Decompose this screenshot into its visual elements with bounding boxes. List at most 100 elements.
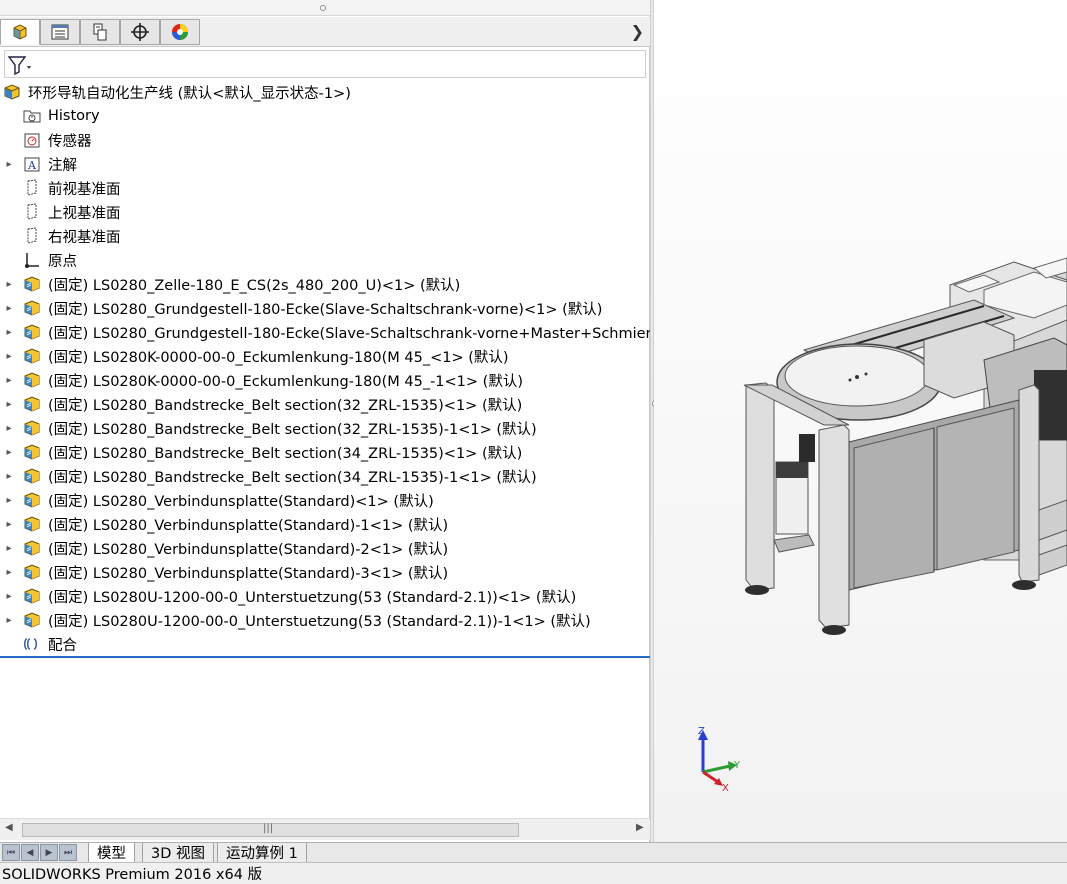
tree-item[interactable]: ▸ A 注解 [0,152,77,176]
tree-item[interactable]: ▸ (固定) LS0280_Bandstrecke_Belt section(32… [0,392,522,416]
dimxpert-icon [131,23,149,41]
dimxpert-tab[interactable] [120,19,160,45]
plane-icon [22,178,42,198]
tree-item[interactable]: 传感器 [0,128,92,152]
tree-item[interactable]: ▸ (固定) LS0280K-0000-00-0_Eckumlenkung-180… [0,344,509,368]
panel-top-grip[interactable] [0,0,650,16]
assembly-model[interactable] [654,0,1067,842]
expand-arrow-icon[interactable]: ▸ [4,399,14,410]
subassembly-icon [22,274,42,294]
expand-arrow-icon[interactable]: ▸ [4,423,14,434]
featuremanager-tab[interactable] [0,19,40,45]
expand-arrow-icon[interactable]: ▸ [4,519,14,530]
subassembly-icon [22,370,42,390]
tree-item-label: (固定) LS0280_Bandstrecke_Belt section(32_… [48,397,523,414]
propertymanager-tab[interactable] [40,19,80,45]
tree-item-label: 右视基准面 [48,229,121,246]
expand-arrow-icon[interactable]: ▸ [4,567,14,578]
tree-item-label: 配合 [48,637,77,654]
tree-item[interactable]: ▸ (固定) LS0280_Grundgestell-180-Ecke(Slave… [0,296,602,320]
expand-arrow-icon[interactable]: ▸ [4,375,14,386]
axis-z-label: Z [698,726,705,737]
tree-root-label: 环形导轨自动化生产线 (默认<默认_显示状态-1>) [28,85,351,102]
tree-item[interactable]: ▸ (固定) LS0280U-1200-00-0_Unterstuetzung(5… [0,608,591,632]
bottom-tab-bar: ⏮ ◀ ▶ ⏭ 模型 3D 视图 运动算例 1 [0,842,1067,863]
tree-item[interactable]: ▸ (固定) LS0280K-0000-00-0_Eckumlenkung-180… [0,368,523,392]
subassembly-icon [22,610,42,630]
origin-icon [22,250,42,270]
scroll-left-icon[interactable]: ◀ [5,822,13,833]
expand-arrow-icon[interactable]: ▸ [4,495,14,506]
expand-arrow-icon[interactable]: ▸ [4,327,14,338]
tree-item-label: (固定) LS0280K-0000-00-0_Eckumlenkung-180(… [48,373,523,390]
grip-dot[interactable] [320,5,326,11]
tree-item[interactable]: ▸ (固定) LS0280_Bandstrecke_Belt section(34… [0,464,537,488]
tree-item-label: (固定) LS0280U-1200-00-0_Unterstuetzung(53… [48,589,577,606]
tree-item[interactable]: ▸ (固定) LS0280_Bandstrecke_Belt section(34… [0,440,522,464]
expand-arrow-icon[interactable]: ▸ [4,543,14,554]
tree-item[interactable]: ▸ (固定) LS0280_Verbindunsplatte(Standard)-… [0,536,448,560]
tree-item-label: (固定) LS0280_Verbindunsplatte(Standard)-3… [48,565,449,582]
subassembly-icon [22,394,42,414]
first-tab-icon[interactable]: ⏮ [2,844,20,861]
expand-arrow-icon[interactable]: ▸ [4,159,14,170]
tree-item[interactable]: ▸ (固定) LS0280_Zelle-180_E_CS(2s_480_200_U… [0,272,460,296]
tree-item[interactable]: ▸ (固定) LS0280_Verbindunsplatte(Standard)-… [0,560,448,584]
expand-arrow-icon[interactable]: ▸ [4,471,14,482]
chevron-right-icon[interactable]: ❯ [631,22,644,41]
tree-item[interactable]: ▸ (固定) LS0280U-1200-00-0_Unterstuetzung(5… [0,584,576,608]
tab-model[interactable]: 模型 [88,843,135,863]
tree-item-label: (固定) LS0280_Bandstrecke_Belt section(32_… [48,421,537,438]
tree-item[interactable]: History [0,104,100,128]
subassembly-icon [22,562,42,582]
tab-motion-study[interactable]: 运动算例 1 [217,843,307,863]
displaymanager-tab[interactable] [160,19,200,45]
tree-item-label: (固定) LS0280_Verbindunsplatte(Standard)<1… [48,493,434,510]
tree-end-marker [0,656,650,658]
expand-arrow-icon[interactable]: ▸ [4,447,14,458]
axis-triad: Z Y X [698,726,741,794]
subassembly-icon [22,514,42,534]
axis-y-label: Y [733,760,741,771]
manager-tabs: ❯ [0,17,650,47]
scrollbar-thumb[interactable]: ||| [22,823,519,837]
horizontal-scrollbar[interactable]: ◀ ||| ▶ [0,818,650,840]
tree-item[interactable]: 右视基准面 [0,224,121,248]
scroll-right-icon[interactable]: ▶ [636,822,644,833]
tab-3d-view[interactable]: 3D 视图 [142,843,214,863]
filter-bar[interactable] [4,50,646,78]
tree-item[interactable]: ▸ (固定) LS0280_Bandstrecke_Belt section(32… [0,416,537,440]
feature-manager-panel: ❯ 环形导轨自动化生产线 (默认<默认_显示状态-1>) History 传感器 ▸… [0,0,650,842]
annotation-icon: A [22,154,42,174]
tree-item[interactable]: 前视基准面 [0,176,121,200]
graphics-area[interactable]: Z Y X [654,0,1067,842]
last-tab-icon[interactable]: ⏭ [59,844,77,861]
expand-arrow-icon[interactable]: ▸ [4,615,14,626]
expand-arrow-icon[interactable]: ▸ [4,279,14,290]
expand-arrow-icon[interactable]: ▸ [4,351,14,362]
expand-arrow-icon[interactable]: ▸ [4,303,14,314]
tree-item[interactable]: 原点 [0,248,77,272]
tree-root[interactable]: 环形导轨自动化生产线 (默认<默认_显示状态-1>) [0,80,351,104]
configurationmanager-tab[interactable] [80,19,120,45]
tree-item-label: History [48,108,100,124]
tree-item[interactable]: 配合 [0,632,77,656]
svg-text:A: A [27,159,37,172]
feature-tree: 环形导轨自动化生产线 (默认<默认_显示状态-1>) History 传感器 ▸ A 注… [0,80,650,658]
featuremanager-icon [13,24,27,40]
tree-item-label: (固定) LS0280K-0000-00-0_Eckumlenkung-180(… [48,349,509,366]
subassembly-icon [22,442,42,462]
plane-icon [22,202,42,222]
tree-item-label: (固定) LS0280_Bandstrecke_Belt section(34_… [48,469,537,486]
status-text: SOLIDWORKS Premium 2016 x64 版 [2,867,263,883]
tree-item[interactable]: ▸ (固定) LS0280_Grundgestell-180-Ecke(Slave… [0,320,650,344]
next-tab-icon[interactable]: ▶ [40,844,58,861]
tree-item[interactable]: 上视基准面 [0,200,121,224]
expand-arrow-icon[interactable]: ▸ [4,591,14,602]
prev-tab-icon[interactable]: ◀ [21,844,39,861]
tree-item[interactable]: ▸ (固定) LS0280_Verbindunsplatte(Standard)-… [0,512,448,536]
tree-item[interactable]: ▸ (固定) LS0280_Verbindunsplatte(Standard)<… [0,488,434,512]
filter-icon[interactable] [7,54,33,76]
tree-item-label: 上视基准面 [48,205,121,222]
tree-item-label: (固定) LS0280_Verbindunsplatte(Standard)-2… [48,541,449,558]
